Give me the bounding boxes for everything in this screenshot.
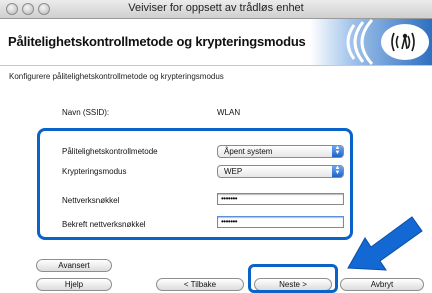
wireless-signal-icon bbox=[310, 19, 432, 65]
highlight-box-next bbox=[248, 264, 338, 293]
section-description: Konfigurere pålitelighetskontrollmetode … bbox=[9, 72, 224, 81]
help-button[interactable]: Hjelp bbox=[36, 278, 112, 291]
confirm-key-input[interactable]: ••••••• bbox=[217, 216, 344, 228]
select-arrows-icon: ▲ ▼ bbox=[332, 165, 343, 177]
select-arrows-icon: ▲ ▼ bbox=[332, 145, 343, 157]
back-button[interactable]: < Tilbake bbox=[156, 278, 244, 291]
encryption-mode-select[interactable]: WEP ▲ ▼ bbox=[217, 165, 344, 178]
auth-method-value: Åpent system bbox=[224, 147, 273, 156]
page-title: Pålitelighetskontrollmetode og krypterin… bbox=[8, 34, 306, 49]
encryption-mode-label: Krypteringsmodus bbox=[62, 167, 127, 176]
window-title: Veiviser for oppsett av trådløs enhet bbox=[128, 2, 304, 14]
network-key-label: Nettverksnøkkel bbox=[62, 196, 120, 205]
network-key-input[interactable]: ••••••• bbox=[217, 193, 344, 205]
encryption-mode-value: WEP bbox=[224, 167, 243, 176]
auth-method-label: Pålitelighetskontrollmetode bbox=[62, 147, 158, 156]
confirm-key-label: Bekreft nettverksnøkkel bbox=[62, 220, 146, 229]
auth-method-select[interactable]: Åpent system ▲ ▼ bbox=[217, 145, 344, 158]
cancel-button[interactable]: Avbryt bbox=[340, 278, 424, 291]
wizard-header: Pålitelighetskontrollmetode og krypterin… bbox=[0, 19, 432, 66]
title-bar: Veiviser for oppsett av trådløs enhet bbox=[0, 0, 432, 19]
ssid-label: Navn (SSID): bbox=[62, 108, 110, 117]
advanced-button[interactable]: Avansert bbox=[36, 259, 112, 272]
ssid-value: WLAN bbox=[217, 108, 241, 117]
